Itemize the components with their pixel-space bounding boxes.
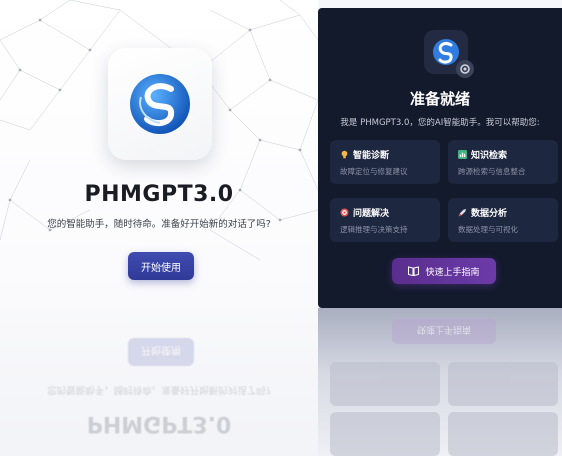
lightbulb-icon <box>341 150 348 159</box>
chart-icon <box>458 150 467 159</box>
assistant-intro: 我是 PHMGPT3.0，您的AI智能助手。我可以帮助您: <box>340 118 540 128</box>
ready-title: 准备就绪 <box>409 90 470 108</box>
feature-title: 知识检索 <box>471 151 508 161</box>
feature-title: 数据分析 <box>471 209 508 219</box>
app-logo-icon <box>130 74 190 134</box>
reflection-fade <box>0 300 318 456</box>
feature-desc: 逻辑推理与决策支持 <box>340 225 408 234</box>
feature-title: 问题解决 <box>353 209 390 219</box>
app-stage: PHMGPT3.0 您的智能助手，随时待命。准备好开始新的对话了吗? 开始使用 … <box>0 0 562 456</box>
settings-gear-icon[interactable] <box>456 60 474 78</box>
assistant-logo-icon <box>433 39 459 65</box>
app-logo-tile <box>108 48 212 160</box>
rocket-icon <box>458 208 467 217</box>
target-icon <box>340 208 349 217</box>
feature-card-retrieval[interactable]: 知识检索 跨源检索与信息整合 <box>448 140 558 184</box>
guide-button-label: 快速上手指南 <box>425 267 480 278</box>
feature-card-diagnosis[interactable]: 智能诊断 故障定位与修复建议 <box>330 140 440 184</box>
welcome-card: PHMGPT3.0 您的智能助手，随时待命。准备好开始新的对话了吗? 开始使用 … <box>0 0 318 456</box>
reflected-feature-card <box>448 412 558 456</box>
feature-desc: 跨源检索与信息整合 <box>458 167 526 176</box>
feature-desc: 故障定位与修复建议 <box>340 167 408 176</box>
feature-desc: 数据处理与可视化 <box>458 225 518 234</box>
start-button[interactable]: 开始使用 <box>128 252 194 280</box>
feature-card-data-analysis[interactable]: 数据分析 数据处理与可视化 <box>448 198 558 242</box>
reflected-feature-card <box>330 362 440 406</box>
ready-panel: 准备就绪 我是 PHMGPT3.0，您的AI智能助手。我可以帮助您: 智能诊断 … <box>318 8 562 308</box>
book-icon <box>408 266 420 276</box>
welcome-subtitle: 您的智能助手，随时待命。准备好开始新的对话了吗? <box>47 219 271 230</box>
reflected-feature-card <box>448 362 558 406</box>
quick-start-guide-button[interactable]: 快速上手指南 <box>392 258 496 284</box>
reflected-feature-card <box>330 412 440 456</box>
feature-card-problem-solving[interactable]: 问题解决 逻辑推理与决策支持 <box>330 198 440 242</box>
reflected-guide-button: 快速上手指南 <box>392 318 496 344</box>
reflection-right: 快速上手指南 <box>318 308 562 456</box>
feature-title: 智能诊断 <box>353 151 390 161</box>
app-title: PHMGPT3.0 <box>84 182 234 207</box>
